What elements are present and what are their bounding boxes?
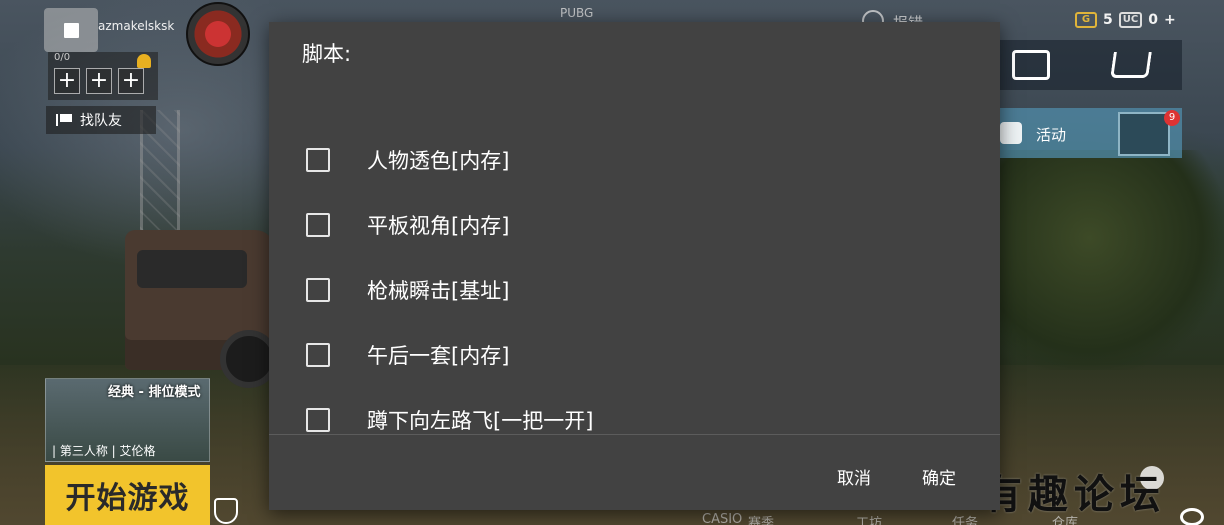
cart-icon[interactable]	[1110, 52, 1152, 78]
brand-label: CASIO	[702, 512, 743, 525]
option-label: 平板视角[内存]	[367, 213, 510, 238]
activity-icon	[1000, 122, 1022, 144]
pubg-logo: PUBG	[560, 6, 594, 20]
eye-icon[interactable]	[1180, 508, 1204, 525]
option-checkbox[interactable]	[306, 147, 330, 172]
invite-slot-3[interactable]: +	[118, 68, 144, 94]
script-option[interactable]: 枪械瞬击[基址]	[269, 257, 1000, 322]
mode-title: 经典 - 排位模式	[108, 385, 201, 400]
activity-badge: 9	[1164, 110, 1180, 126]
dialog-divider	[269, 434, 1000, 435]
invite-slot-2[interactable]: +	[86, 68, 112, 94]
find-team-button[interactable]: 找队友	[46, 106, 156, 134]
option-label: 午后一套[内存]	[367, 343, 510, 368]
player-username: azmakelsksk	[98, 19, 175, 33]
trees-scenery	[1000, 150, 1224, 370]
activity-label[interactable]: 活动	[1036, 124, 1066, 145]
floating-menu-button[interactable]	[44, 8, 98, 52]
option-checkbox[interactable]	[306, 212, 330, 237]
script-option-list[interactable]: 人物透色[内存] 平板视角[内存] 枪械瞬击[基址] 午后一套[内存] 蹲下向左…	[269, 127, 1000, 433]
option-checkbox[interactable]	[306, 407, 330, 432]
dialog-title: 脚本:	[302, 42, 352, 66]
script-option[interactable]: 午后一套[内存]	[269, 322, 1000, 387]
mode-subtitle: | 第三人称 | 艾伦格	[52, 444, 156, 458]
option-label: 人物透色[内存]	[367, 148, 510, 173]
square-icon	[63, 22, 79, 38]
script-option[interactable]: 平板视角[内存]	[269, 192, 1000, 257]
bp-coin-icon: G	[1075, 12, 1097, 28]
cancel-button[interactable]: 取消	[833, 462, 875, 491]
uc-coin-icon: UC	[1118, 12, 1143, 28]
nav-season[interactable]: 赛季	[748, 512, 774, 525]
uc-value: 0	[1148, 12, 1158, 28]
option-label: 蹲下向左路飞[一把一开]	[367, 408, 594, 433]
script-dialog: 脚本: 人物透色[内存] 平板视角[内存] 枪械瞬击[基址] 午后一套[内存] …	[269, 22, 1000, 510]
nav-workshop[interactable]: 工坊	[856, 512, 882, 525]
avatar[interactable]	[186, 2, 250, 66]
option-checkbox[interactable]	[306, 277, 330, 302]
team-count: 0/0	[54, 52, 71, 63]
invite-slot-1[interactable]: +	[54, 68, 80, 94]
script-option[interactable]: 蹲下向左路飞[一把一开]	[269, 387, 1000, 433]
add-currency-button[interactable]: +	[1164, 12, 1176, 28]
shield-icon	[214, 498, 238, 524]
currency-bar: G 5 UC 0 +	[1075, 12, 1176, 28]
crate-icon[interactable]	[1118, 112, 1170, 156]
option-label: 枪械瞬击[基址]	[367, 278, 510, 303]
flag-icon	[56, 114, 72, 126]
forum-watermark: 有趣论坛	[982, 471, 1166, 518]
script-option[interactable]: 人物透色[内存]	[269, 127, 1000, 192]
find-team-label: 找队友	[80, 113, 122, 129]
bell-icon[interactable]	[137, 54, 151, 68]
nav-tasks[interactable]: 任务	[952, 512, 978, 525]
option-checkbox[interactable]	[306, 342, 330, 367]
confirm-button[interactable]: 确定	[918, 462, 960, 491]
bp-value: 5	[1103, 12, 1113, 28]
start-game-button[interactable]: 开始游戏	[45, 465, 210, 525]
vehicle-scenery	[125, 230, 278, 388]
shop-icon[interactable]	[1012, 50, 1050, 80]
